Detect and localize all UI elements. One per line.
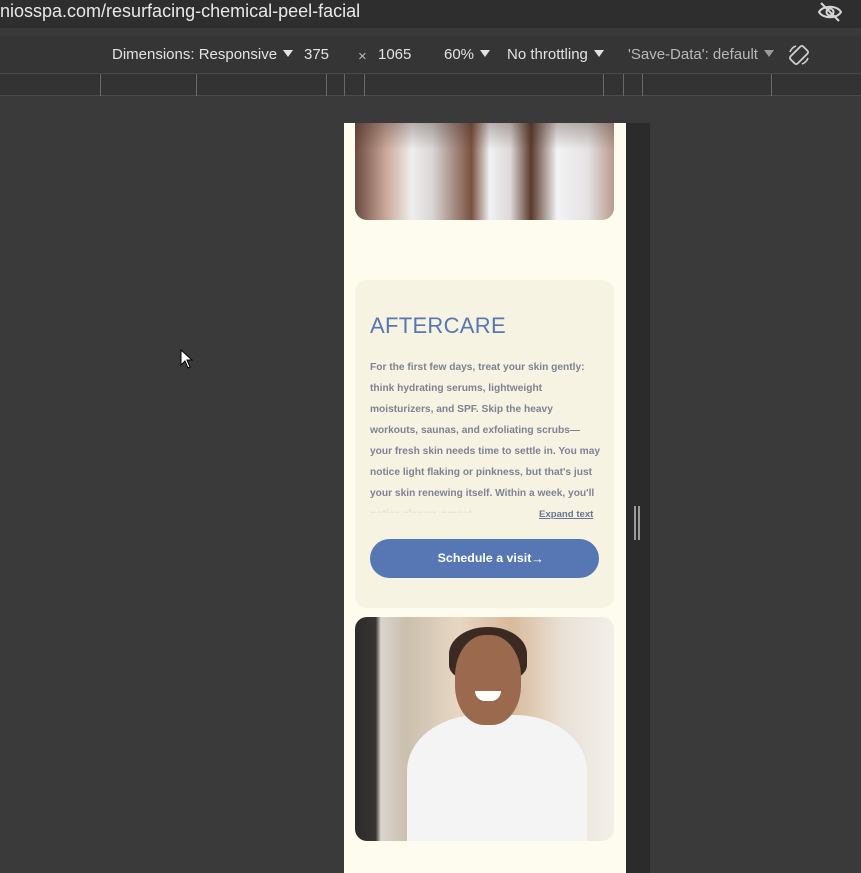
times-separator: × xyxy=(358,48,367,65)
ruler-tick xyxy=(642,74,643,96)
ruler-tick xyxy=(344,74,345,96)
save-data-label: 'Save-Data': default xyxy=(628,46,758,63)
caret-down-icon xyxy=(283,50,294,58)
ruler-tick xyxy=(100,74,101,96)
throttling-select[interactable]: No throttling xyxy=(507,46,604,63)
device-toolbar: Dimensions: Responsive 375 × 1065 60% No… xyxy=(0,36,861,74)
arrow-right-icon: → xyxy=(531,551,544,566)
ruler-tick xyxy=(771,74,772,96)
zoom-label: 60% xyxy=(444,46,475,63)
zoom-select[interactable]: 60% xyxy=(444,46,491,63)
smiling-woman-image xyxy=(355,617,614,841)
resize-handle[interactable] xyxy=(634,506,640,540)
save-data-select[interactable]: 'Save-Data': default xyxy=(628,46,774,63)
url-text[interactable]: niosspa.com/resurfacing-chemical-peel-fa… xyxy=(0,1,360,22)
media-query-ruler[interactable] xyxy=(0,74,861,96)
face-shape xyxy=(455,635,521,725)
width-input[interactable]: 375 xyxy=(304,46,329,63)
caret-down-icon xyxy=(480,50,491,58)
mouse-cursor-icon xyxy=(180,349,194,369)
dimensions-label: Dimensions: Responsive xyxy=(112,46,278,63)
caret-down-icon xyxy=(593,50,604,58)
address-bar[interactable]: niosspa.com/resurfacing-chemical-peel-fa… xyxy=(0,0,861,28)
image-shade xyxy=(355,123,614,220)
expand-text-link[interactable]: Expand text xyxy=(539,509,593,520)
robe-shape xyxy=(407,715,587,841)
ruler-tick xyxy=(603,74,604,96)
dimensions-select[interactable]: Dimensions: Responsive xyxy=(112,46,294,63)
throttling-label: No throttling xyxy=(507,46,588,63)
aftercare-heading: AFTERCARE xyxy=(370,313,506,338)
ruler-tick xyxy=(196,74,197,96)
ruler-tick xyxy=(364,74,365,96)
aftercare-body: For the first few days, treat your skin … xyxy=(370,362,601,513)
viewport-gutter xyxy=(626,123,650,873)
eye-slash-icon[interactable] xyxy=(816,0,844,24)
ruler-tick xyxy=(326,74,327,96)
devtools-window: niosspa.com/resurfacing-chemical-peel-fa… xyxy=(0,0,861,873)
ruler-tick xyxy=(623,74,624,96)
aftercare-card: AFTERCARE For the first few days, treat … xyxy=(355,280,614,608)
schedule-visit-label: Schedule a visit xyxy=(437,551,532,565)
caret-down-icon xyxy=(763,50,774,58)
schedule-visit-button[interactable]: Schedule a visit → xyxy=(370,539,599,578)
page-viewport: AFTERCARE For the first few days, treat … xyxy=(344,123,626,873)
rotate-icon[interactable] xyxy=(787,43,811,67)
hero-image xyxy=(355,123,614,220)
height-input[interactable]: 1065 xyxy=(378,46,411,63)
